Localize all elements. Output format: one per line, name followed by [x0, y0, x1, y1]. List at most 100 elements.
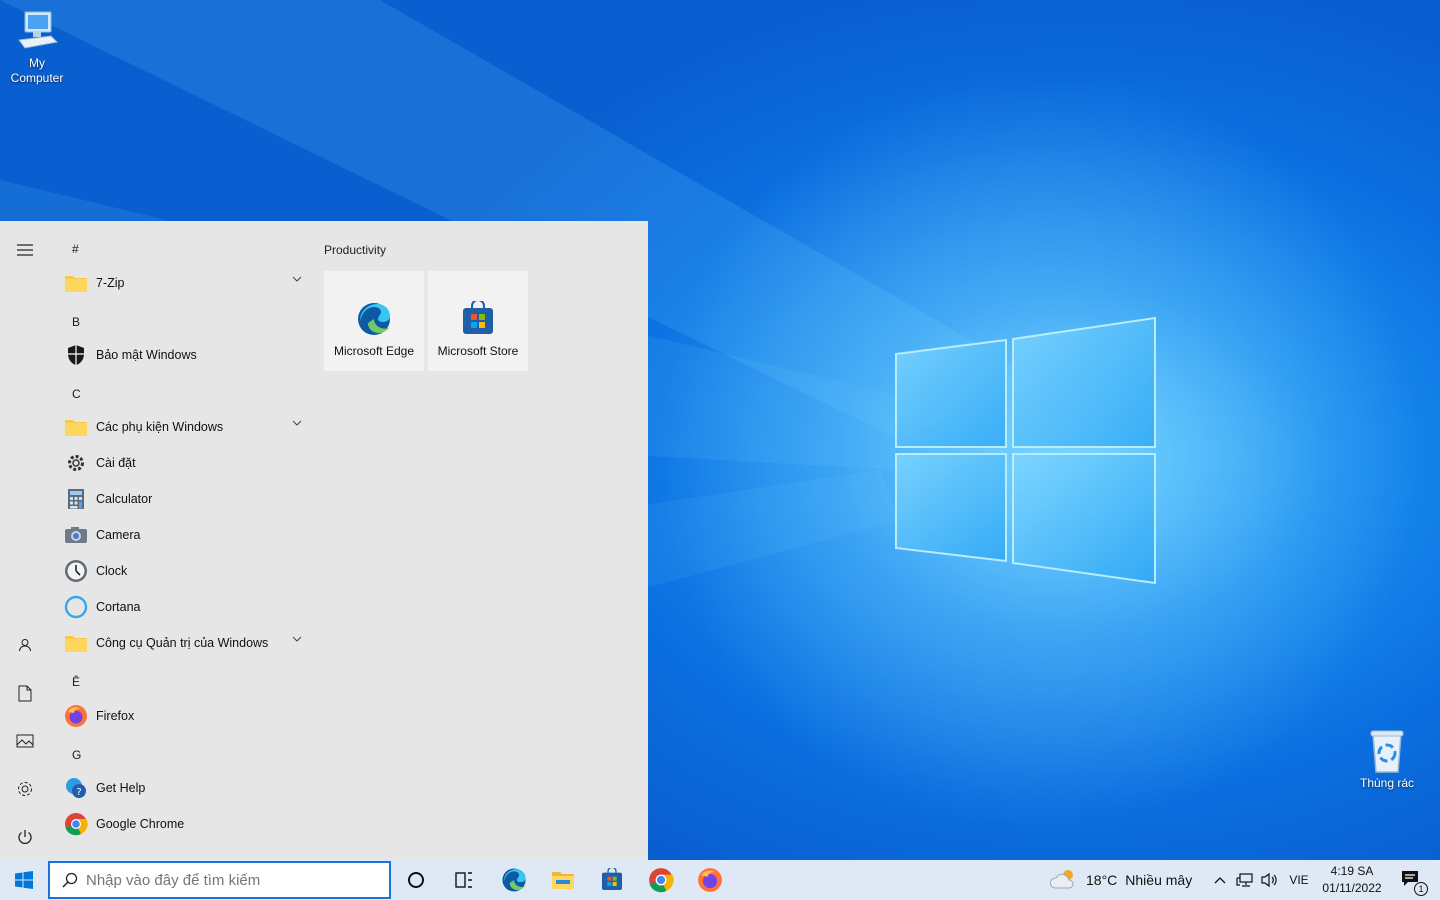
- app-label: Camera: [96, 528, 141, 542]
- settings-icon: [18, 782, 32, 796]
- desktop-icon-label: Thùng rác: [1359, 776, 1415, 790]
- settings-button[interactable]: [10, 774, 40, 804]
- chevron-up-icon: [1214, 877, 1226, 884]
- group-header-hash[interactable]: #: [72, 242, 79, 256]
- windows-logo-icon: [15, 871, 33, 889]
- cortana-button[interactable]: [396, 860, 436, 900]
- tiles-group-title[interactable]: Productivity: [324, 243, 386, 257]
- app-windows-accessories[interactable]: Các phụ kiện Windows: [60, 410, 308, 444]
- folder-icon: [64, 631, 88, 655]
- tile-label: Microsoft Store: [437, 344, 519, 358]
- store-icon: [602, 868, 622, 890]
- tile-label: Microsoft Edge: [333, 344, 415, 358]
- app-list: # 7-Zip B Bảo mật Windows C Các phụ kiện…: [56, 221, 308, 860]
- desktop-icon-my-computer[interactable]: My Computer: [0, 10, 74, 86]
- group-header-c[interactable]: C: [72, 387, 81, 401]
- network-icon: [1236, 873, 1253, 887]
- clock-time: 4:19 SA: [1330, 864, 1374, 878]
- folder-icon: [64, 415, 88, 439]
- app-label: Cài đặt: [96, 456, 136, 470]
- svg-text:?: ?: [76, 787, 81, 798]
- start-menu: # 7-Zip B Bảo mật Windows C Các phụ kiện…: [0, 221, 648, 860]
- search-icon: [62, 872, 78, 888]
- taskbar-microsoft-store[interactable]: [592, 860, 632, 900]
- app-label: Get Help: [96, 781, 146, 795]
- action-center-button[interactable]: 1: [1392, 860, 1432, 900]
- help-icon: ?: [64, 776, 88, 800]
- start-rail: [0, 221, 50, 860]
- taskbar-edge[interactable]: [494, 860, 534, 900]
- app-settings[interactable]: Cài đặt: [60, 446, 308, 480]
- taskbar-firefox[interactable]: [690, 860, 730, 900]
- start-button[interactable]: [0, 860, 48, 900]
- app-label: Google Chrome: [96, 817, 185, 831]
- shield-icon: [64, 343, 88, 367]
- windows-logo-wallpaper: [895, 316, 1156, 585]
- edge-icon: [502, 868, 526, 892]
- app-label: Bảo mật Windows: [96, 348, 197, 362]
- desktop-icon-recycle-bin[interactable]: Thùng rác: [1350, 728, 1424, 791]
- user-account-button[interactable]: [10, 630, 40, 660]
- firefox-icon: [64, 704, 88, 728]
- chrome-icon: [64, 812, 88, 836]
- power-icon: [18, 830, 32, 844]
- taskbar-file-explorer[interactable]: [543, 860, 583, 900]
- weather-temperature: 18°C: [1086, 872, 1118, 888]
- clock-date: 01/11/2022: [1322, 881, 1382, 895]
- app-label: Calculator: [96, 492, 153, 506]
- gear-icon: [64, 451, 88, 475]
- task-view-button[interactable]: [444, 860, 484, 900]
- app-cortana[interactable]: Cortana: [60, 590, 308, 624]
- network-button[interactable]: [1234, 860, 1256, 900]
- group-header-b[interactable]: B: [72, 315, 80, 329]
- search-input[interactable]: [86, 871, 366, 889]
- app-label: Firefox: [96, 709, 135, 723]
- chrome-icon: [649, 868, 674, 893]
- language-label: VIE: [1289, 873, 1309, 887]
- app-clock[interactable]: Clock: [60, 554, 308, 588]
- chevron-down-icon[interactable]: [292, 419, 302, 427]
- store-icon: [463, 301, 493, 334]
- file-explorer-icon: [552, 872, 574, 889]
- hamburger-menu-icon: [17, 244, 33, 256]
- power-button[interactable]: [10, 822, 40, 852]
- group-header-g[interactable]: G: [72, 748, 81, 762]
- app-firefox[interactable]: Firefox: [60, 699, 308, 733]
- cortana-circle-icon: [408, 872, 424, 888]
- app-label: Công cụ Quản trị của Windows: [96, 636, 269, 650]
- documents-icon: [18, 685, 32, 701]
- weather-widget[interactable]: 18°C Nhiều mây: [1050, 860, 1196, 900]
- show-hidden-icons-button[interactable]: [1210, 860, 1230, 900]
- pictures-icon: [16, 734, 34, 748]
- clock-button[interactable]: 4:19 SA 01/11/2022: [1318, 860, 1386, 900]
- speaker-icon: [1261, 872, 1277, 888]
- taskbar-search-box[interactable]: [48, 861, 391, 899]
- weather-description: Nhiều mây: [1125, 872, 1193, 888]
- tile-microsoft-edge[interactable]: Microsoft Edge: [324, 271, 424, 371]
- app-admin-tools[interactable]: Công cụ Quản trị của Windows: [60, 626, 308, 660]
- cortana-icon: [64, 595, 88, 619]
- folder-icon: [64, 271, 88, 295]
- tile-microsoft-store[interactable]: Microsoft Store: [428, 271, 528, 371]
- task-view-icon: [455, 872, 472, 888]
- hamburger-menu-button[interactable]: [10, 235, 40, 265]
- partly-cloudy-icon: [1050, 870, 1074, 889]
- edge-icon: [358, 303, 390, 335]
- app-camera[interactable]: Camera: [60, 518, 308, 552]
- app-7zip[interactable]: 7-Zip: [60, 266, 308, 300]
- camera-icon: [64, 523, 88, 547]
- volume-button[interactable]: [1258, 860, 1280, 900]
- documents-button[interactable]: [10, 678, 40, 708]
- app-windows-security[interactable]: Bảo mật Windows: [60, 338, 308, 372]
- app-label: Các phụ kiện Windows: [96, 420, 224, 434]
- group-header-e[interactable]: Ê: [72, 675, 80, 689]
- taskbar-google-chrome[interactable]: [641, 860, 681, 900]
- app-get-help[interactable]: ? Get Help: [60, 771, 308, 805]
- chevron-down-icon[interactable]: [292, 275, 302, 283]
- chevron-down-icon[interactable]: [292, 635, 302, 643]
- language-indicator[interactable]: VIE: [1284, 860, 1314, 900]
- pictures-button[interactable]: [10, 726, 40, 756]
- app-calculator[interactable]: Calculator: [60, 482, 308, 516]
- notification-badge: 1: [1414, 882, 1428, 896]
- app-google-chrome[interactable]: Google Chrome: [60, 807, 308, 841]
